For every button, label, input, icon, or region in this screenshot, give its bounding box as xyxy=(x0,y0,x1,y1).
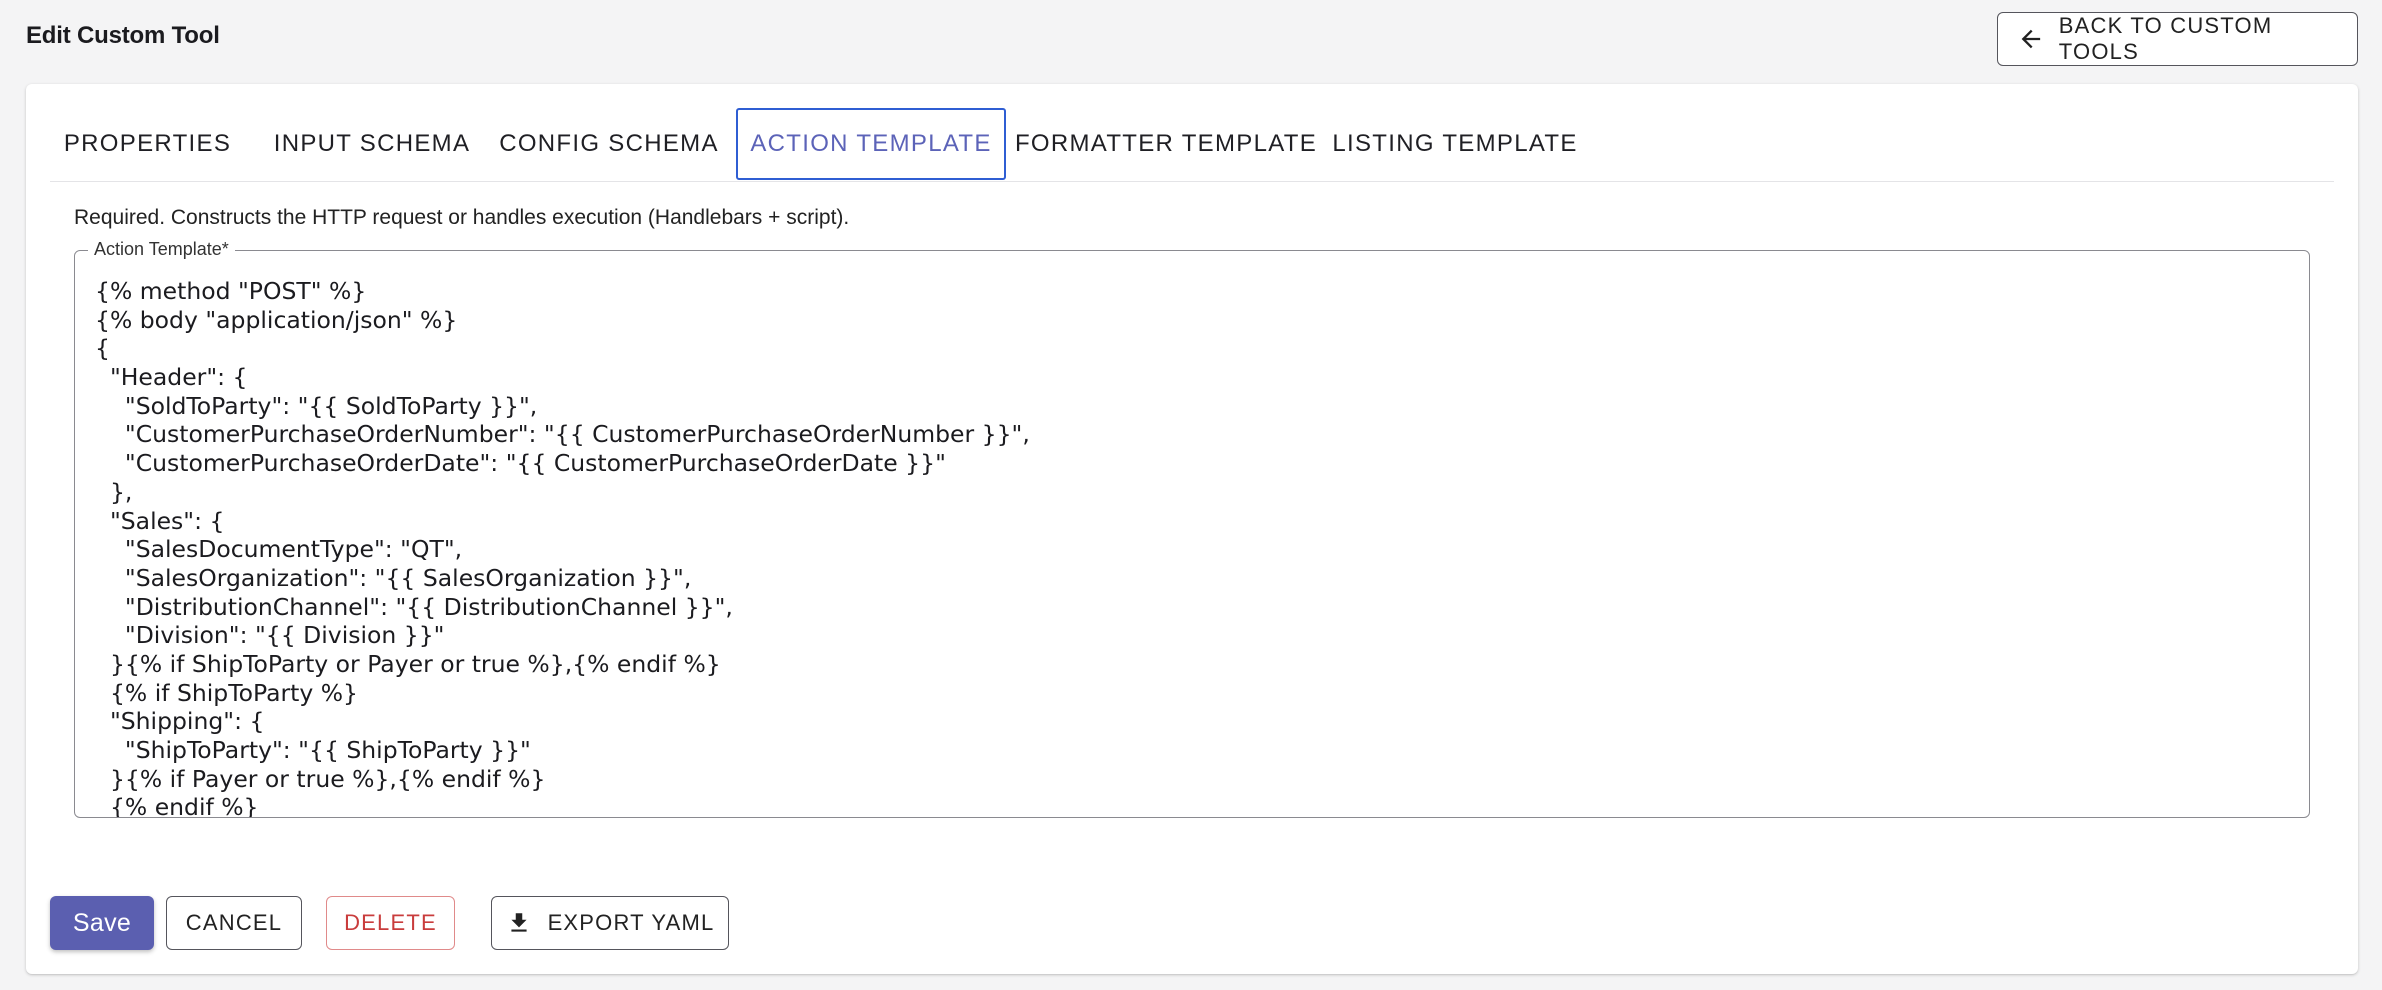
action-bar: Save CANCEL DELETE EXPORT YAML xyxy=(50,896,850,950)
tool-editor-card: PROPERTIES INPUT SCHEMA CONFIG SCHEMA AC… xyxy=(26,84,2358,974)
code-line: {% endif %} xyxy=(95,793,259,818)
back-to-custom-tools-button[interactable]: BACK TO CUSTOM TOOLS xyxy=(1997,12,2358,66)
cancel-button[interactable]: CANCEL xyxy=(166,896,302,950)
tab-config-schema[interactable]: CONFIG SCHEMA xyxy=(496,108,722,180)
code-line: "CustomerPurchaseOrderDate": "{{ Custome… xyxy=(95,449,946,478)
action-template-editor[interactable]: {% method "POST" %} {% body "application/… xyxy=(74,250,2310,818)
code-line: "Header": { xyxy=(95,363,248,392)
editor-label: Action Template* xyxy=(88,239,235,260)
delete-button[interactable]: DELETE xyxy=(326,896,455,950)
code-line: }, xyxy=(95,477,133,506)
back-button-label: BACK TO CUSTOM TOOLS xyxy=(2058,13,2273,64)
export-yaml-button[interactable]: EXPORT YAML xyxy=(491,896,729,950)
tab-bar: PROPERTIES INPUT SCHEMA CONFIG SCHEMA AC… xyxy=(50,108,2334,182)
code-line: "SalesOrganization": "{{ SalesOrganizati… xyxy=(95,563,692,592)
tab-input-schema[interactable]: INPUT SCHEMA xyxy=(261,108,483,180)
code-line: {% if ShipToParty %} xyxy=(95,678,359,707)
edit-custom-tool-page: Edit Custom Tool BACK TO CUSTOM TOOLS PR… xyxy=(0,0,2382,990)
code-line: "DistributionChannel": "{{ DistributionC… xyxy=(95,592,733,621)
code-line: "Division": "{{ Division }}" xyxy=(95,621,445,650)
code-line: "SalesDocumentType": "QT", xyxy=(95,535,463,564)
tab-properties[interactable]: PROPERTIES xyxy=(50,108,245,180)
arrow-left-icon xyxy=(2021,29,2041,49)
page-title: Edit Custom Tool xyxy=(26,22,220,49)
code-content: {% method "POST" %} {% body "application/… xyxy=(95,277,2289,818)
code-line: "ShipToParty": "{{ ShipToParty }}" xyxy=(95,736,531,764)
code-line: { xyxy=(95,334,110,363)
code-line: {% body "application/json" %} xyxy=(95,305,458,334)
code-line: "SoldToParty": "{{ SoldToParty }}", xyxy=(95,391,538,420)
download-icon xyxy=(510,913,527,932)
code-line: "Shipping": { xyxy=(95,707,265,736)
code-line: }{% if ShipToParty or Payer or true %},{… xyxy=(95,649,721,678)
export-button-label: EXPORT YAML xyxy=(547,910,715,935)
code-line: "Sales": { xyxy=(95,506,225,535)
code-line: }{% if Payer or true %},{% endif %} xyxy=(95,764,546,793)
helper-text: Required. Constructs the HTTP request or… xyxy=(74,206,850,229)
code-line: "CustomerPurchaseOrderNumber": "{{ Custo… xyxy=(95,420,1030,449)
tab-action-template[interactable]: ACTION TEMPLATE xyxy=(736,108,1006,180)
tab-listing-template[interactable]: LISTING TEMPLATE xyxy=(1328,108,1582,180)
code-line: {% method "POST" %} xyxy=(95,277,367,305)
tab-formatter-template[interactable]: FORMATTER TEMPLATE xyxy=(1014,108,1318,180)
save-button[interactable]: Save xyxy=(50,896,154,950)
